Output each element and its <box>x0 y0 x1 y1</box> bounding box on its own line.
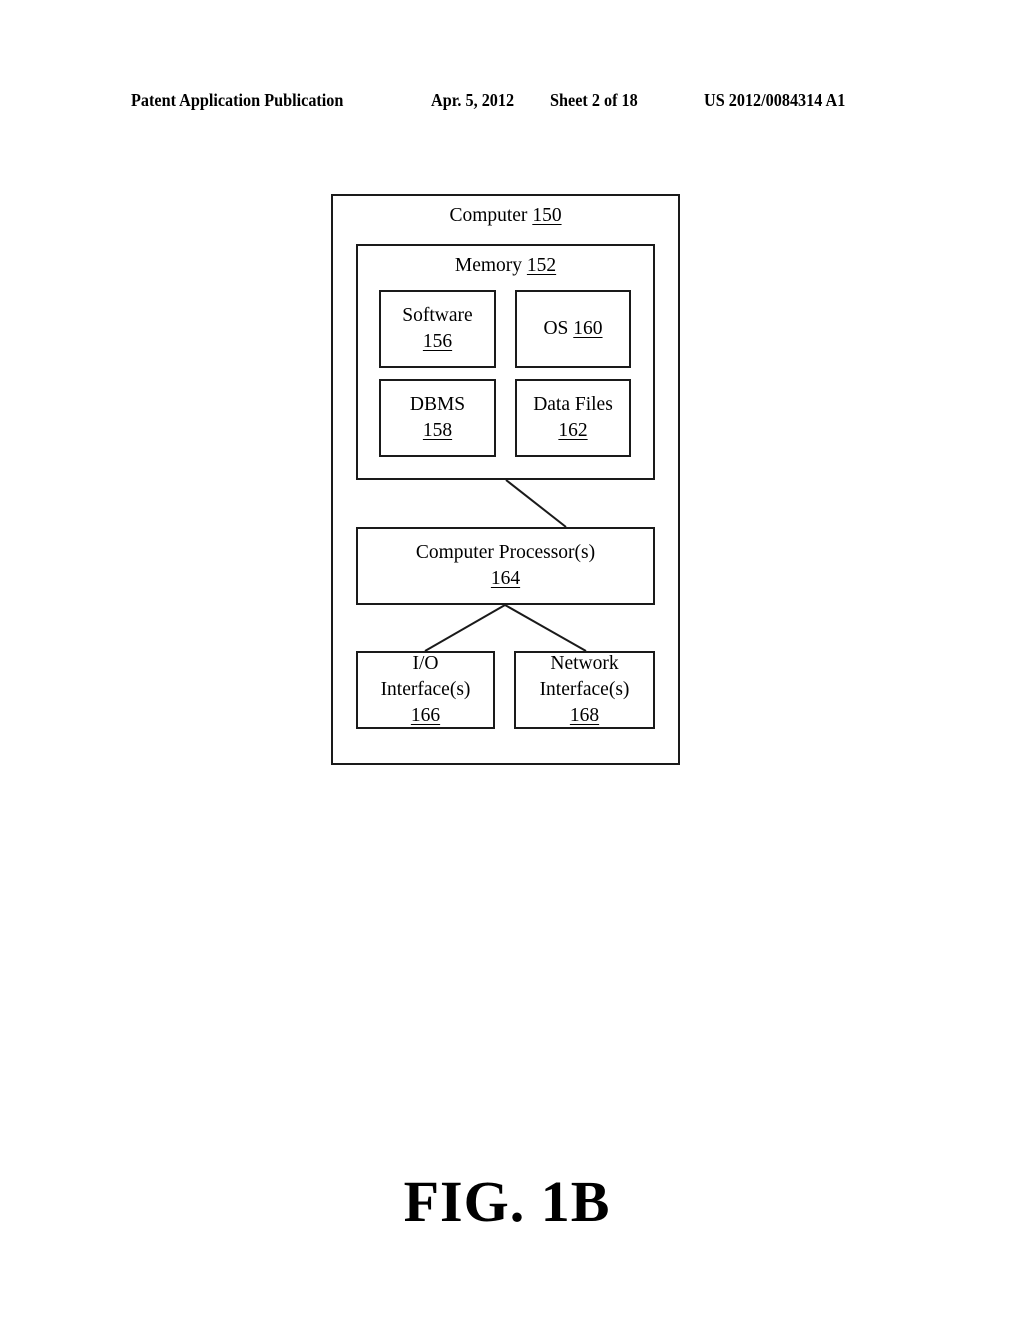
figure-label: FIG. 1B <box>403 1169 611 1234</box>
connector-processor-io <box>424 604 506 652</box>
connector-memory-processor <box>505 479 567 528</box>
connector-lines <box>424 479 587 652</box>
connector-processor-network <box>504 604 587 652</box>
